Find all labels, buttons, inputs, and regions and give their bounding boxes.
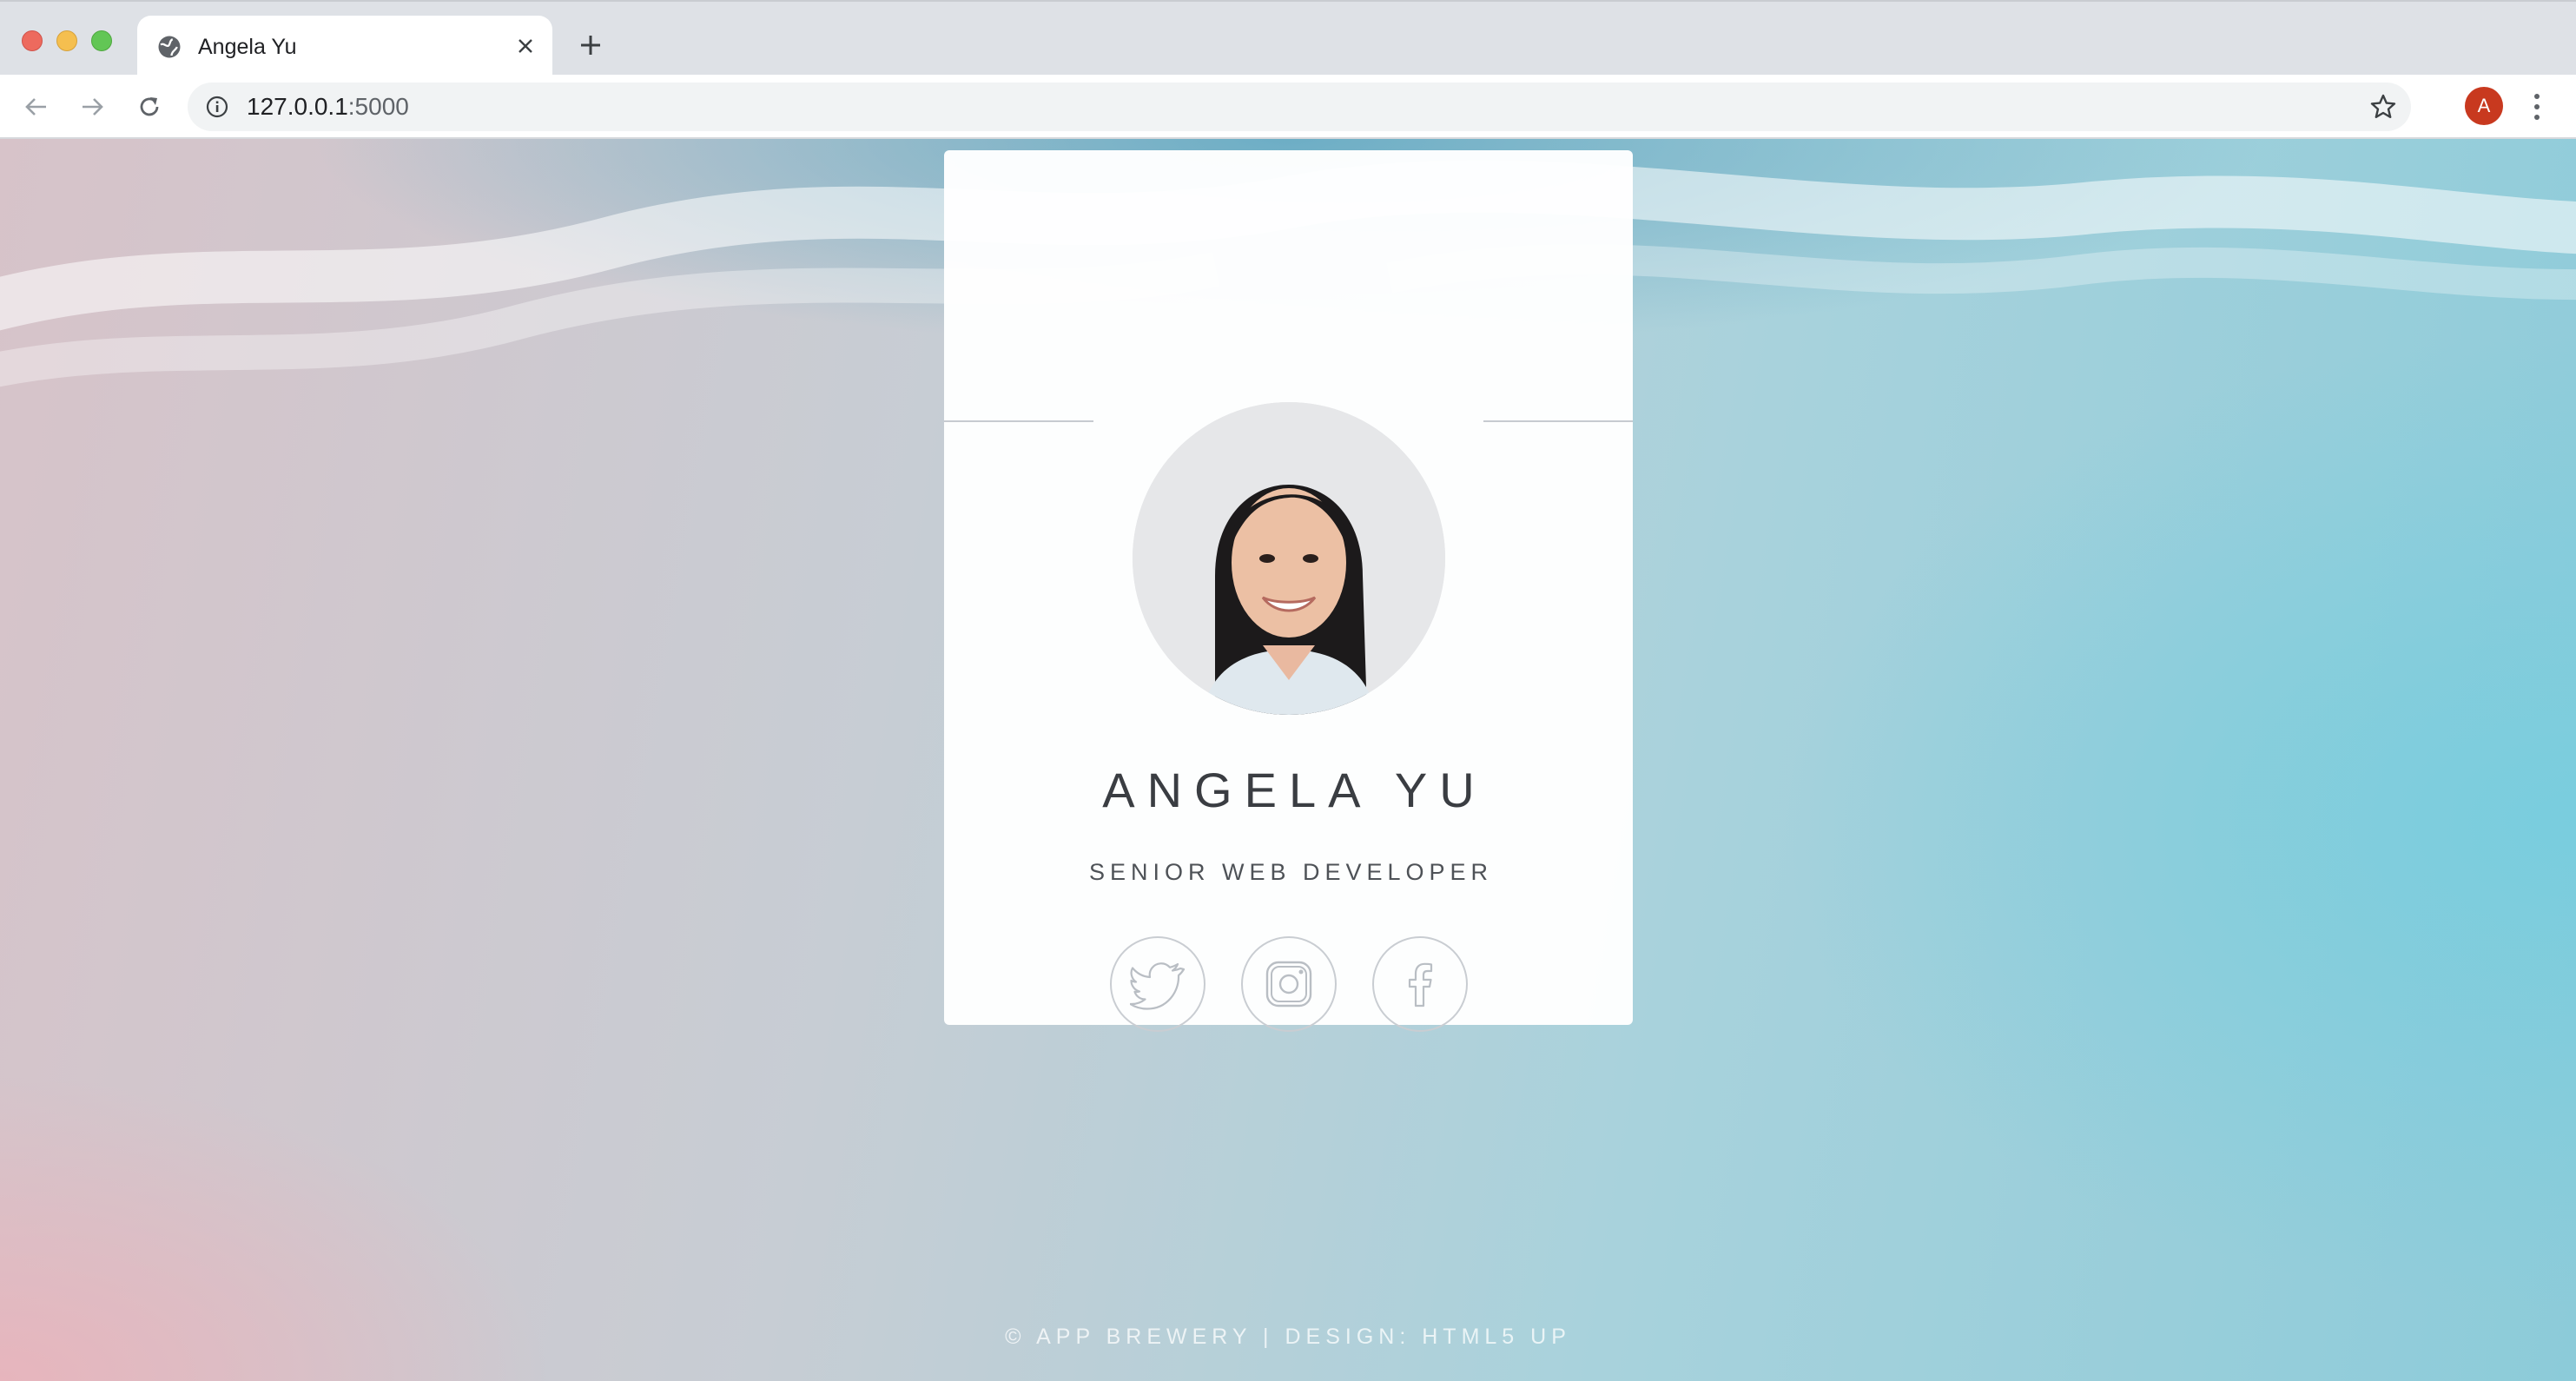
globe-icon [158,36,181,58]
url-port: :5000 [347,93,409,120]
new-tab-icon[interactable] [573,28,608,63]
maximize-window-button[interactable] [91,30,112,51]
browser-titlebar: Angela Yu [0,0,2576,76]
instagram-link[interactable] [1241,936,1337,1032]
url-host: 127.0.0.1 [247,93,348,120]
tab-title: Angela Yu [198,35,297,59]
more-menu-icon[interactable] [2524,88,2550,126]
page-footer: © APP BREWERY | DESIGN: HTML5 UP [1005,1325,1571,1349]
profile-name: ANGELA YU [1102,763,1487,817]
instagram-icon [1265,961,1312,1008]
browser-tab[interactable]: Angela Yu [137,16,552,76]
profile-avatar-button[interactable]: A [2465,87,2503,125]
facebook-link[interactable] [1372,936,1468,1032]
card-divider-left [944,420,1093,422]
info-icon[interactable] [205,95,229,119]
facebook-icon [1408,962,1433,1008]
close-tab-icon[interactable] [511,31,540,61]
minimize-window-button[interactable] [56,30,77,51]
browser-toolbar: 127.0.0.1:5000 A [0,75,2576,139]
profile-role: SENIOR WEB DEVELOPER [1088,859,1494,885]
close-window-button[interactable] [22,30,43,51]
profile-photo [1133,402,1445,715]
url-text: 127.0.0.1:5000 [247,93,409,121]
twitter-icon [1130,962,1186,1010]
card-divider-right [1483,420,1633,422]
twitter-link[interactable] [1110,936,1205,1032]
forward-arrow-icon[interactable] [73,88,111,126]
address-bar[interactable]: 127.0.0.1:5000 [188,83,2411,131]
bookmark-star-icon[interactable] [2368,91,2399,122]
back-arrow-icon[interactable] [17,88,56,126]
reload-icon[interactable] [130,88,168,126]
